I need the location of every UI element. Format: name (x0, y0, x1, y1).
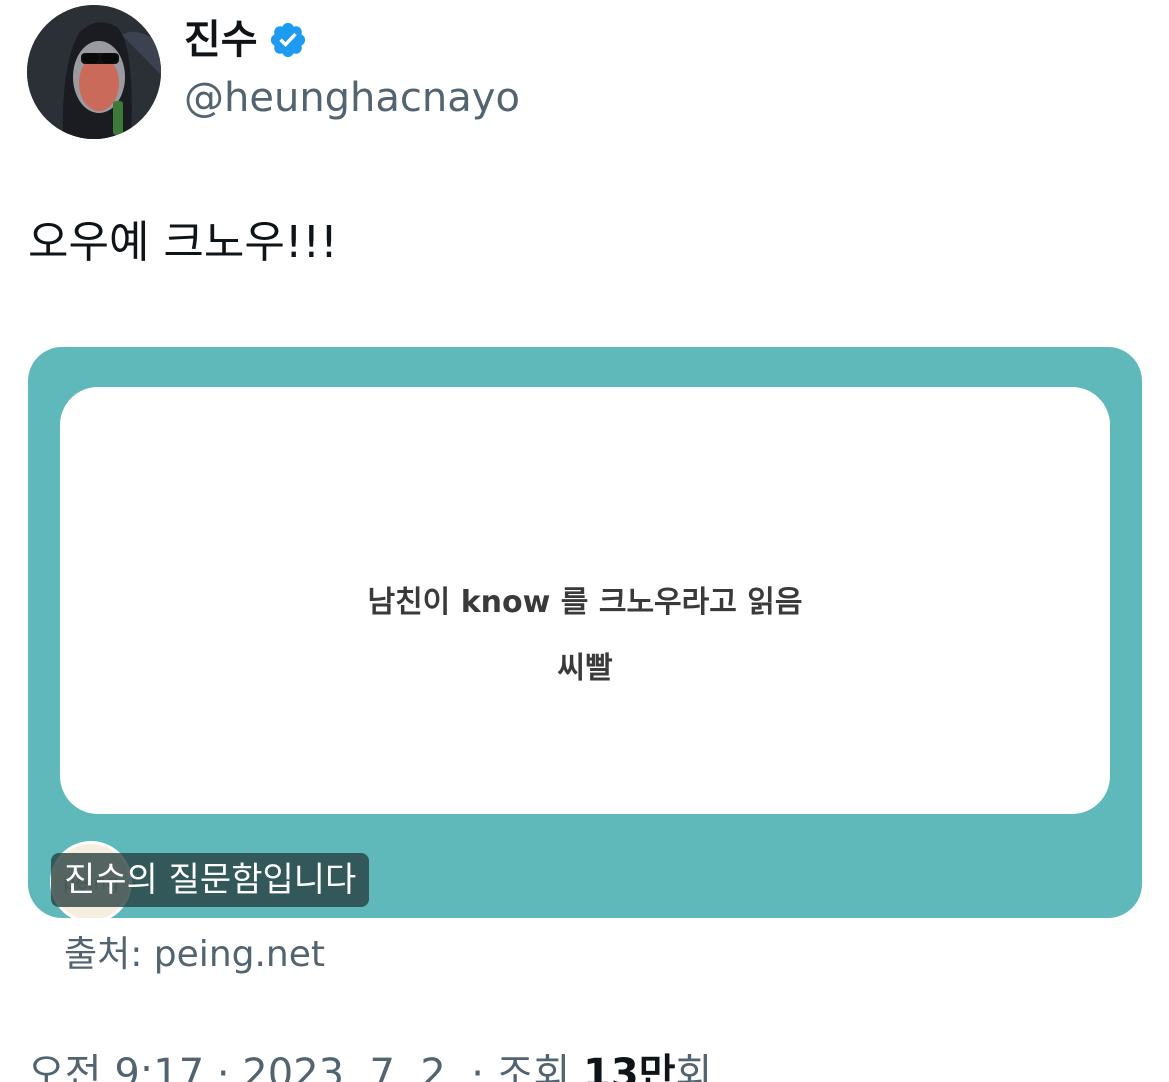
question-line-2: 씨빨 (557, 651, 613, 686)
tweet-date[interactable]: 2023. 7. 2. (242, 1051, 458, 1082)
question-line-1: 남친이 know 를 크노우라고 읽음 (367, 585, 803, 620)
views-count: 13만 (583, 1051, 676, 1082)
tweet-page: 진수 @heunghacnayo 오우예 크노우!!! 남친이 know 를 크… (0, 0, 1169, 1082)
author-avatar[interactable] (27, 5, 161, 139)
tweet-time[interactable]: 오전 9:17 (28, 1051, 204, 1082)
views-suffix: 회 (675, 1051, 713, 1082)
link-card[interactable]: 남친이 know 를 크노우라고 읽음 씨빨 peing 진수의 질문함입니다 (28, 347, 1142, 918)
verified-badge-icon (270, 22, 305, 58)
tweet-meta: 오전 9:17 · 2023. 7. 2. · 조회 13만회 (28, 1048, 712, 1082)
views-label: 조회 (496, 1051, 584, 1082)
author-handle[interactable]: @heunghacnayo (184, 72, 520, 124)
meta-separator: · (458, 1051, 497, 1082)
card-source-link[interactable]: 출처: peing.net (64, 930, 325, 980)
author-name-row[interactable]: 진수 (184, 14, 308, 66)
avatar-image (27, 5, 161, 139)
question-box: 남친이 know 를 크노우라고 읽음 씨빨 (60, 387, 1110, 814)
author-display-name[interactable]: 진수 (184, 14, 258, 66)
meta-separator: · (204, 1051, 243, 1082)
tweet-text: 오우예 크노우!!! (28, 217, 338, 268)
card-title: 진수의 질문함입니다 (51, 853, 370, 907)
